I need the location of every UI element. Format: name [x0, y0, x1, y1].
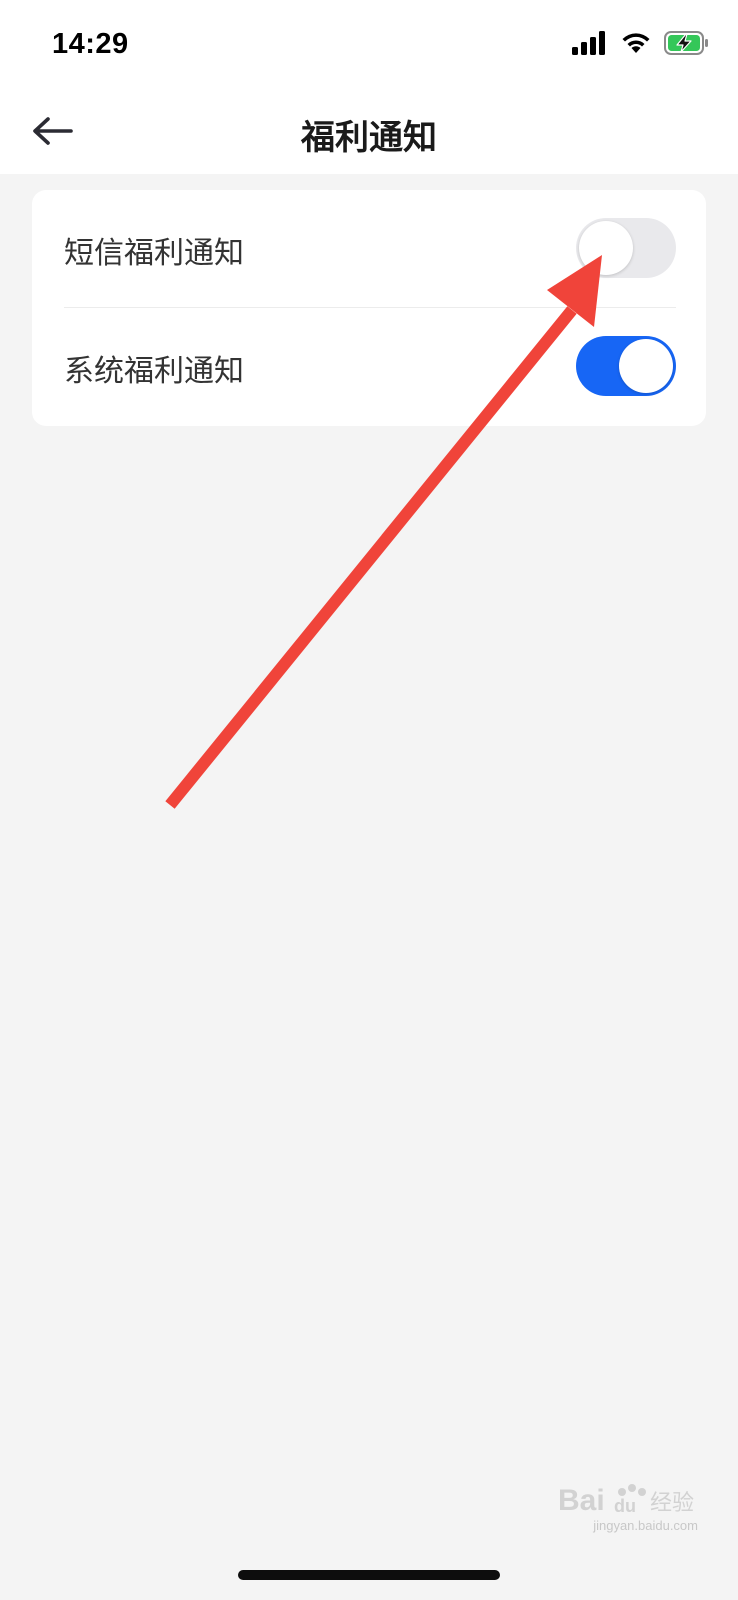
status-time: 14:29 [52, 28, 129, 60]
baidu-watermark: Bai du 经验 jingyan.baidu.com [558, 1480, 698, 1550]
status-icons [572, 30, 710, 60]
setting-row-sms: 短信福利通知 [32, 190, 706, 307]
svg-text:du: du [614, 1496, 636, 1516]
settings-card: 短信福利通知 系统福利通知 [32, 190, 706, 426]
system-notification-toggle[interactable] [576, 336, 676, 396]
setting-row-system: 系统福利通知 [32, 308, 706, 425]
toggle-knob [579, 221, 633, 275]
status-bar: 14:29 [0, 0, 738, 90]
home-indicator[interactable] [238, 1570, 500, 1580]
setting-label-system: 系统福利通知 [64, 354, 244, 389]
svg-text:Bai: Bai [558, 1484, 605, 1517]
setting-label-sms: 短信福利通知 [64, 236, 244, 271]
wifi-icon [620, 31, 652, 59]
baidu-logo-icon: Bai du 经验 [558, 1484, 694, 1517]
svg-text:经验: 经验 [650, 1491, 694, 1516]
signal-icon [572, 31, 608, 59]
nav-header: 福利通知 [0, 90, 738, 174]
page-title: 福利通知 [301, 118, 437, 158]
toggle-knob [619, 339, 673, 393]
sms-notification-toggle[interactable] [576, 218, 676, 278]
watermark-url: jingyan.baidu.com [593, 1518, 698, 1533]
battery-charging-icon [664, 31, 710, 59]
